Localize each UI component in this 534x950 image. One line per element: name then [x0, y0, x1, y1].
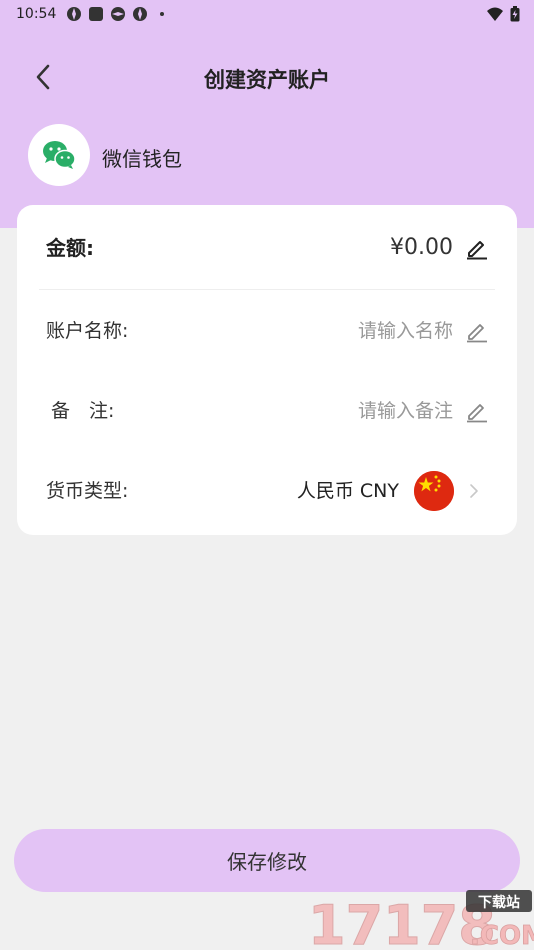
amount-value: ¥0.00: [390, 235, 453, 260]
edit-pencil-icon[interactable]: [465, 399, 489, 423]
chevron-right-icon[interactable]: [467, 482, 481, 500]
edit-pencil-icon[interactable]: [465, 319, 489, 343]
header-background: [0, 0, 534, 228]
more-dot-icon: [154, 6, 170, 22]
save-button[interactable]: 保存修改: [14, 829, 520, 892]
china-flag-icon: [414, 471, 454, 511]
notification-icon: [132, 6, 148, 22]
status-time: 10:54: [16, 6, 57, 22]
wechat-icon: [43, 141, 76, 169]
currency-label: 货币类型:: [46, 480, 129, 502]
app-square-icon: [88, 6, 104, 22]
wifi-icon: [486, 6, 504, 26]
status-right-icons: [486, 6, 520, 26]
status-bar: 10:54: [0, 0, 534, 28]
account-type-name: 微信钱包: [102, 147, 182, 171]
amount-label: 金额:: [46, 236, 94, 260]
status-notification-icons: [66, 6, 170, 22]
divider: [39, 289, 495, 290]
amount-row[interactable]: 金额: ¥0.00: [17, 208, 517, 288]
watermark-site: 下载站: [478, 894, 520, 911]
currency-value: 人民币 CNY: [296, 480, 399, 502]
site-watermark-logo: 17178 下载站 .COM: [308, 890, 534, 950]
edit-pencil-icon[interactable]: [465, 236, 489, 260]
account-name-row[interactable]: 账户名称: 请输入名称: [17, 291, 517, 371]
notification-icon: [110, 6, 126, 22]
account-type-avatar[interactable]: [28, 124, 90, 186]
account-name-label: 账户名称:: [46, 320, 129, 342]
note-label: 备 注:: [51, 400, 115, 422]
watermark-domain: .COM: [470, 921, 534, 950]
battery-icon: [510, 6, 520, 26]
account-form-card: 金额: ¥0.00 账户名称: 请输入名称 备 注: 请输入备注 货币类型: 人…: [17, 205, 517, 535]
account-name-input[interactable]: 请输入名称: [358, 291, 453, 371]
note-input[interactable]: 请输入备注: [358, 371, 453, 451]
note-row[interactable]: 备 注: 请输入备注: [17, 371, 517, 451]
page-title: 创建资产账户: [204, 68, 330, 92]
notification-icon: [66, 6, 82, 22]
